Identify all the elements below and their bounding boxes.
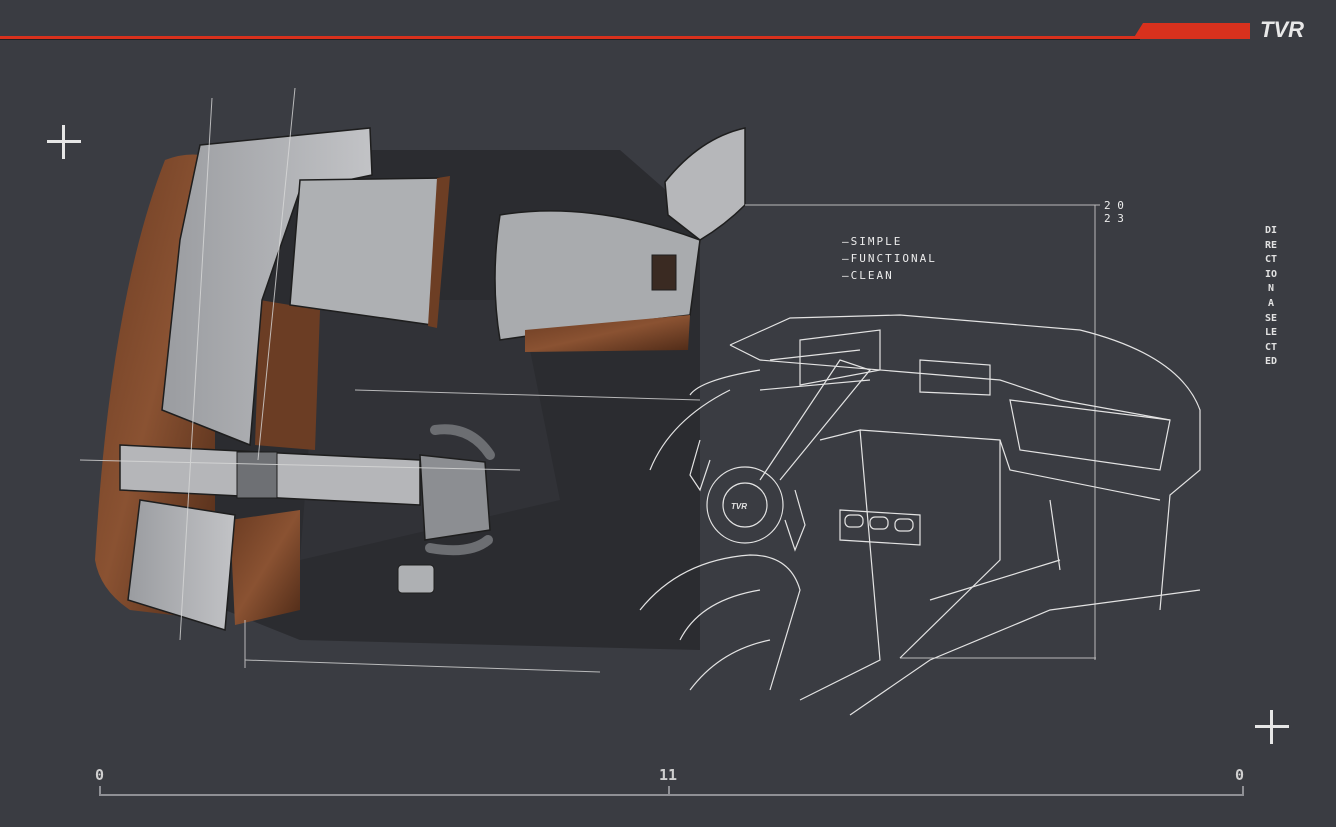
dimension-mark: 2 0 2 3 (1104, 199, 1124, 225)
scale-line (99, 794, 1244, 796)
scale-tick (1242, 786, 1244, 796)
column-joint (236, 451, 278, 499)
note-line: —CLEAN (842, 269, 894, 282)
interior-sketch: TVR (79, 87, 1201, 716)
wood-mid (255, 300, 320, 450)
scale-bar: 0 11 0 (95, 766, 1247, 798)
scale-label-left: 0 (95, 766, 105, 784)
scale-tick (668, 786, 670, 796)
screen-panel (289, 177, 446, 326)
seat-slot (651, 254, 677, 291)
wireframe-cockpit (639, 314, 1201, 716)
wood-lower (230, 510, 300, 625)
scale-label-right: 0 (1235, 766, 1245, 784)
note-line: —FUNCTIONAL (842, 252, 937, 265)
scale-tick (99, 786, 101, 796)
sketch-notes: —SIMPLE —FUNCTIONAL —CLEAN (842, 233, 937, 284)
wheel-badge: TVR (731, 502, 747, 511)
scale-label-middle: 11 (659, 766, 678, 784)
pedal-block (397, 564, 435, 594)
direction-caption: DIRECTION A SELECTED (1264, 225, 1281, 368)
dimension-line: 2 0 (1104, 199, 1124, 212)
dimension-line: 2 3 (1104, 212, 1124, 225)
note-line: —SIMPLE (842, 235, 903, 248)
